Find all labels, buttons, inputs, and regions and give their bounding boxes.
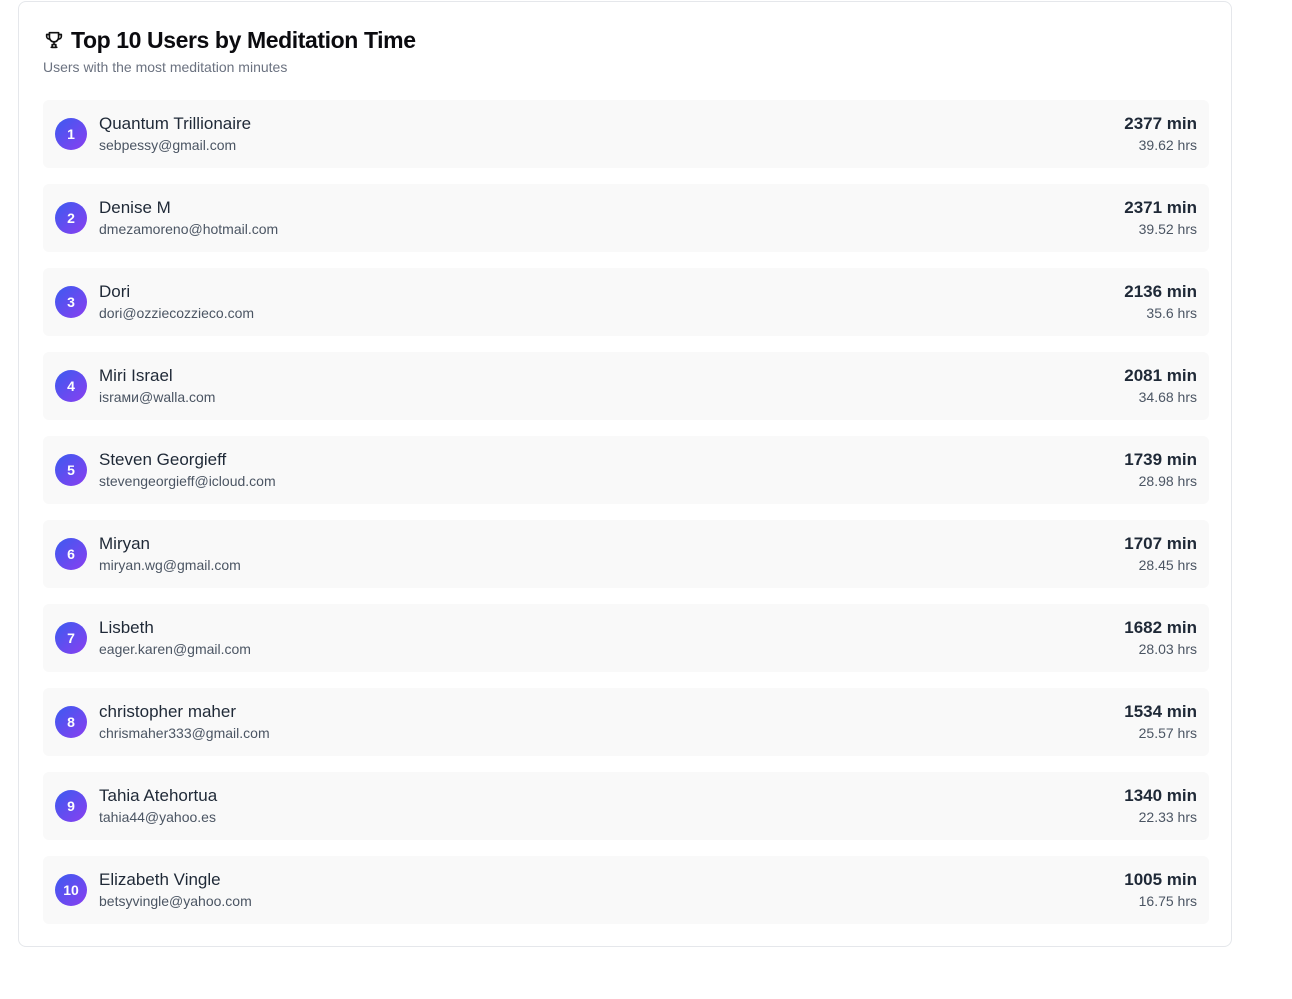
list-item: 6 Miryan miryan.wg@gmail.com 1707 min 28…	[43, 520, 1209, 588]
user-name: Elizabeth Vingle	[99, 870, 221, 889]
meditation-stats: 1739 min 28.98 hrs	[1124, 450, 1197, 490]
user-info: Quantum Trillionaire sebpessy@gmail.com	[99, 114, 251, 154]
user-email: betsyvingle@yahoo.com	[99, 893, 252, 909]
hours-value: 28.98 hrs	[1138, 473, 1197, 489]
minutes-value: 2371 min	[1124, 198, 1197, 217]
minutes-value: 1005 min	[1124, 870, 1197, 889]
user-name: Miryan	[99, 534, 151, 553]
rank-badge: 5	[55, 454, 87, 486]
minutes-value: 1682 min	[1124, 618, 1197, 637]
list-item: 10 Elizabeth Vingle betsyvingle@yahoo.co…	[43, 856, 1209, 924]
rank-badge: 6	[55, 538, 87, 570]
user-name: Tahia Atehortua	[99, 786, 218, 805]
meditation-stats: 2371 min 39.52 hrs	[1124, 198, 1197, 238]
meditation-stats: 2377 min 39.62 hrs	[1124, 114, 1197, 154]
user-email: eager.karen@gmail.com	[99, 641, 251, 657]
list-item: 9 Tahia Atehortua tahia44@yahoo.es 1340 …	[43, 772, 1209, 840]
rank-badge: 7	[55, 622, 87, 654]
card-header: Top 10 Users by Meditation Time Users wi…	[43, 26, 416, 76]
trophy-icon	[43, 29, 65, 51]
page-title: Top 10 Users by Meditation Time	[71, 26, 416, 53]
user-info: Tahia Atehortua tahia44@yahoo.es	[99, 786, 217, 826]
hours-value: 28.45 hrs	[1138, 557, 1197, 573]
minutes-value: 1739 min	[1124, 450, 1197, 469]
user-info: Lisbeth eager.karen@gmail.com	[99, 618, 251, 658]
meditation-stats: 1707 min 28.45 hrs	[1124, 534, 1197, 574]
user-name: Steven Georgieff	[99, 450, 227, 469]
list-item: 1 Quantum Trillionaire sebpessy@gmail.co…	[43, 100, 1209, 168]
user-email: tahia44@yahoo.es	[99, 809, 216, 825]
meditation-stats: 1682 min 28.03 hrs	[1124, 618, 1197, 658]
user-info: Denise M dmezamoreno@hotmail.com	[99, 198, 278, 238]
page-subtitle: Users with the most meditation minutes	[43, 59, 288, 75]
user-info: Elizabeth Vingle betsyvingle@yahoo.com	[99, 870, 252, 910]
user-info: christopher maher chrismaher333@gmail.co…	[99, 702, 270, 742]
rank-badge: 2	[55, 202, 87, 234]
rank-badge: 1	[55, 118, 87, 150]
rank-badge: 9	[55, 790, 87, 822]
user-info: Miri Israel israми@walla.com	[99, 366, 215, 406]
rank-badge: 8	[55, 706, 87, 738]
minutes-value: 1340 min	[1124, 786, 1197, 805]
user-email: chrismaher333@gmail.com	[99, 725, 270, 741]
user-name: christopher maher	[99, 702, 237, 721]
list-item: 2 Denise M dmezamoreno@hotmail.com 2371 …	[43, 184, 1209, 252]
user-info: Miryan miryan.wg@gmail.com	[99, 534, 241, 574]
hours-value: 16.75 hrs	[1138, 893, 1197, 909]
title-row: Top 10 Users by Meditation Time	[43, 26, 416, 54]
hours-value: 25.57 hrs	[1138, 725, 1197, 741]
user-name: Miri Israel	[99, 366, 173, 385]
list-item: 3 Dori dori@ozziecozzieco.com 2136 min 3…	[43, 268, 1209, 336]
user-email: sebpessy@gmail.com	[99, 137, 237, 153]
minutes-value: 2136 min	[1124, 282, 1197, 301]
user-name: Quantum Trillionaire	[99, 114, 252, 133]
user-email: dmezamoreno@hotmail.com	[99, 221, 279, 237]
user-email: stevengeorgieff@icloud.com	[99, 473, 276, 489]
meditation-stats: 1005 min 16.75 hrs	[1124, 870, 1197, 910]
user-list: 1 Quantum Trillionaire sebpessy@gmail.co…	[43, 100, 1209, 940]
user-name: Lisbeth	[99, 618, 154, 637]
meditation-stats: 1534 min 25.57 hrs	[1124, 702, 1197, 742]
hours-value: 28.03 hrs	[1138, 641, 1197, 657]
user-email: israми@walla.com	[99, 389, 216, 405]
minutes-value: 2377 min	[1124, 114, 1197, 133]
meditation-stats: 1340 min 22.33 hrs	[1124, 786, 1197, 826]
list-item: 4 Miri Israel israми@walla.com 2081 min …	[43, 352, 1209, 420]
user-info: Dori dori@ozziecozzieco.com	[99, 282, 254, 322]
rank-badge: 3	[55, 286, 87, 318]
user-email: miryan.wg@gmail.com	[99, 557, 241, 573]
hours-value: 34.68 hrs	[1138, 389, 1197, 405]
meditation-stats: 2136 min 35.6 hrs	[1124, 282, 1197, 322]
user-name: Denise M	[99, 198, 171, 217]
rank-badge: 10	[55, 874, 87, 906]
minutes-value: 1707 min	[1124, 534, 1197, 553]
hours-value: 22.33 hrs	[1138, 809, 1197, 825]
user-info: Steven Georgieff stevengeorgieff@icloud.…	[99, 450, 276, 490]
minutes-value: 1534 min	[1124, 702, 1197, 721]
list-item: 7 Lisbeth eager.karen@gmail.com 1682 min…	[43, 604, 1209, 672]
minutes-value: 2081 min	[1124, 366, 1197, 385]
hours-value: 35.6 hrs	[1146, 305, 1197, 321]
user-name: Dori	[99, 282, 131, 301]
hours-value: 39.62 hrs	[1138, 137, 1197, 153]
leaderboard-card: Top 10 Users by Meditation Time Users wi…	[18, 1, 1232, 947]
rank-badge: 4	[55, 370, 87, 402]
meditation-stats: 2081 min 34.68 hrs	[1124, 366, 1197, 406]
list-item: 5 Steven Georgieff stevengeorgieff@iclou…	[43, 436, 1209, 504]
list-item: 8 christopher maher chrismaher333@gmail.…	[43, 688, 1209, 756]
hours-value: 39.52 hrs	[1138, 221, 1197, 237]
user-email: dori@ozziecozzieco.com	[99, 305, 255, 321]
